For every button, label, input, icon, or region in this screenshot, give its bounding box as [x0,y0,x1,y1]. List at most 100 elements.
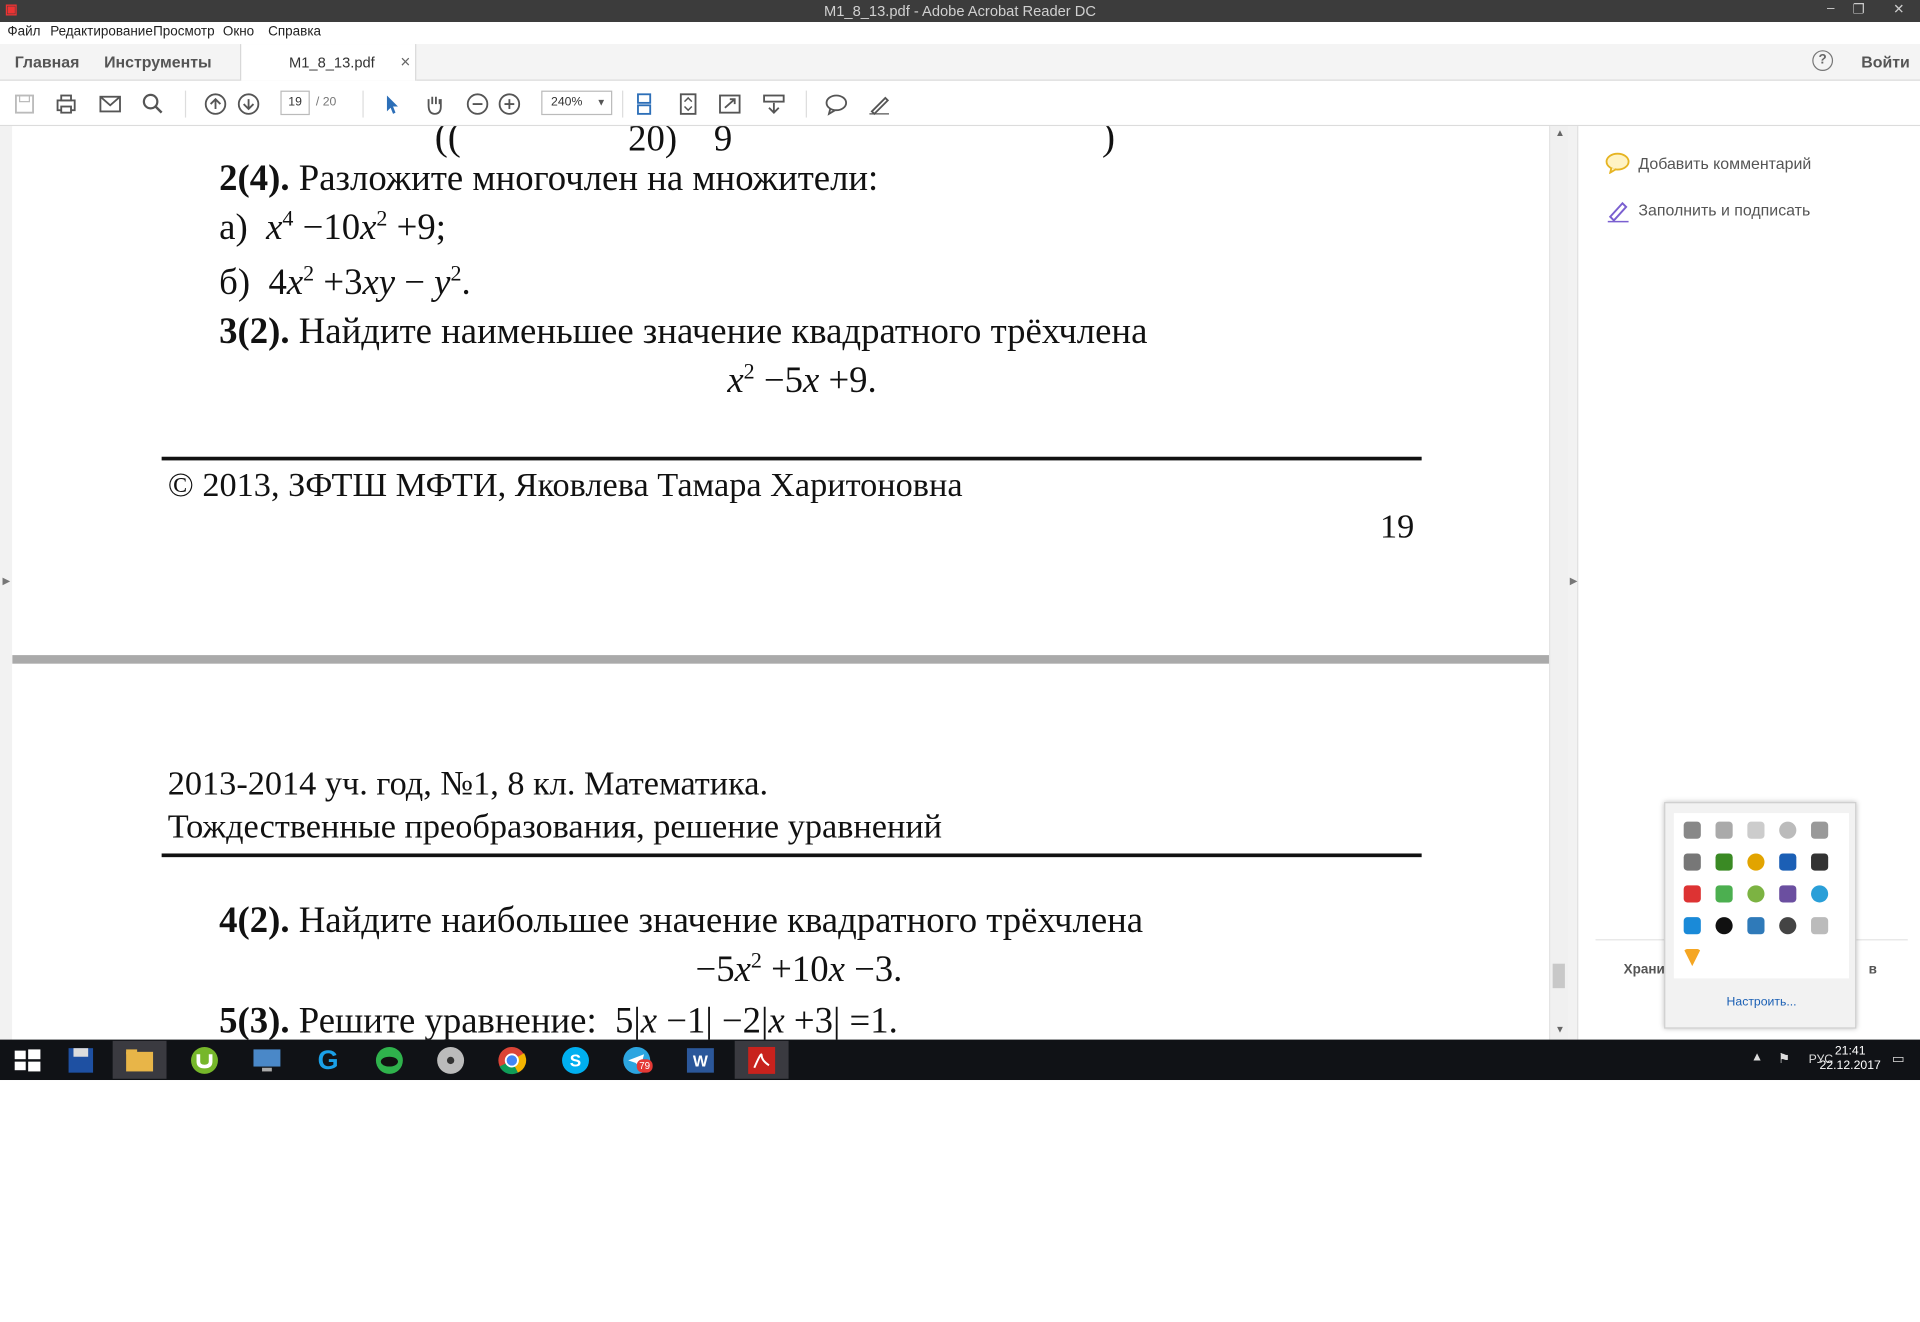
restore-button[interactable]: ❐ [1853,1,1865,17]
taskbar-app-save[interactable] [54,1041,108,1079]
flag-icon[interactable]: ⚑ [1778,1051,1790,1067]
taskbar-app-chrome[interactable] [485,1041,539,1079]
cloud-icon[interactable] [1779,821,1797,839]
taskbar-app-skype[interactable]: S [549,1041,603,1079]
scroll-up-icon[interactable]: ▲ [1555,127,1565,138]
item-label: б) [219,262,251,303]
taskbar-app-explorer[interactable] [112,1040,167,1079]
zoom-dropdown[interactable]: 240% ▼ [541,90,613,116]
page-total: / 20 [315,95,337,109]
usb-icon[interactable] [1683,853,1701,871]
defender-icon[interactable] [1747,917,1765,935]
zoom-out-icon[interactable] [465,92,489,116]
tray-icon[interactable] [1715,885,1733,903]
scrollbar-thumb[interactable] [1552,963,1565,989]
select-cursor-icon[interactable] [380,92,404,116]
menu-view[interactable]: Просмотр [153,24,215,39]
tray-icon[interactable] [1715,917,1733,935]
fullscreen-icon[interactable] [718,92,742,116]
help-icon[interactable]: ? [1812,50,1834,72]
scroll-mode-icon[interactable] [632,92,656,116]
telegram-icon[interactable] [1811,885,1829,903]
chevron-down-icon: ▼ [596,96,607,108]
show-hidden-icons-chevron[interactable]: ▲ [1751,1051,1763,1064]
taskbar-app-media[interactable] [424,1041,478,1079]
problem-2a: а) x4 −10x2 +9; [219,205,446,248]
warning-icon[interactable] [1683,885,1701,903]
tab-document[interactable]: M1_8_13.pdf × [240,44,417,81]
taskbar-app-network[interactable] [240,1041,294,1079]
previous-page-icon[interactable] [203,92,227,116]
logitech-icon[interactable] [1683,917,1701,935]
tab-home[interactable]: Главная [15,53,80,71]
zoom-in-icon[interactable] [497,92,521,116]
search-icon[interactable] [141,92,165,116]
next-page-icon[interactable] [236,92,260,116]
utorrent-icon [191,1046,218,1074]
taskbar-app-telegram[interactable]: 79 [610,1041,664,1079]
problem-3: 3(2). Найдите наименьшее значение квадра… [219,311,1147,353]
taskbar-app-cloud[interactable] [362,1041,416,1079]
page-number-input[interactable]: 19 [280,90,310,116]
comment-icon[interactable] [824,92,848,116]
print-icon[interactable] [54,92,78,116]
tab-bar: Главная Инструменты M1_8_13.pdf × ? Войт… [0,44,1920,81]
menu-edit[interactable]: Редактирование [50,24,153,39]
start-button[interactable] [0,1041,54,1079]
sign-pen-icon[interactable] [867,92,891,116]
taskbar-app-utorrent[interactable] [178,1041,232,1079]
problem-text: Разложите многочлен на множители: [298,157,879,199]
customize-link[interactable]: Настроить... [1727,996,1797,1009]
signal-icon[interactable] [1811,821,1829,839]
menu-help[interactable]: Справка [268,24,321,39]
menu-bar: Файл Редактирование Просмотр Окно Справк… [0,22,1920,45]
taskbar-app-word[interactable]: W [673,1041,727,1079]
menu-window[interactable]: Окно [223,24,254,39]
tab-tools[interactable]: Инструменты [104,53,212,71]
tray-icon[interactable] [1811,917,1829,935]
scroll-down-icon[interactable]: ▼ [1555,1024,1565,1035]
minimize-button[interactable]: – [1827,1,1835,16]
email-icon[interactable] [98,92,122,116]
problem-text: Решите уравнение: [298,1000,597,1040]
skype-icon: S [562,1046,589,1074]
tray-icon[interactable] [1779,917,1797,935]
nvidia-icon[interactable] [1715,853,1733,871]
problem-text: Найдите наибольшее значение квадратного … [298,900,1144,941]
problem-5: 5(3). Решите уравнение: 5|x −1| −2|x +3|… [219,1000,898,1040]
save-icon[interactable] [12,92,36,116]
menu-file[interactable]: Файл [7,24,40,39]
vertical-scrollbar[interactable]: ▲ ▼ [1548,126,1569,1040]
bluetooth-icon[interactable] [1779,853,1797,871]
tray-icon[interactable] [1683,948,1701,967]
speaker-icon[interactable] [1747,821,1765,839]
svg-text:W: W [693,1054,708,1071]
clock[interactable]: 21:41 22.12.2017 [1820,1044,1881,1073]
taskbar-app-acrobat[interactable] [734,1040,789,1079]
fill-sign-pen-icon [1607,201,1629,223]
hand-tool-icon[interactable] [422,92,446,116]
close-tab-icon[interactable]: × [400,51,410,71]
formula-fragment: (( [434,126,461,158]
panel-divider[interactable]: ▶ [1568,126,1579,1040]
taskbar-app-logitech[interactable]: G [301,1041,355,1079]
fit-page-icon[interactable] [676,92,700,116]
clock-time: 21:41 [1834,1044,1866,1058]
document-view[interactable]: (( 20) 9 ) 2(4). Разложите многочлен на … [12,126,1549,1040]
tray-icon[interactable] [1683,821,1701,839]
expand-left-icon[interactable]: ▶ [2,576,10,587]
toolbar-separator [622,90,624,118]
tray-icon[interactable] [1715,821,1733,839]
read-mode-icon[interactable] [762,92,786,116]
tray-icon[interactable] [1811,853,1829,871]
storage-text-fragment: Храни [1623,962,1665,978]
signin-button[interactable]: Войти [1861,53,1910,71]
chrome-icon[interactable] [1747,853,1765,871]
notifications-icon[interactable]: ▭ [1892,1051,1905,1067]
utorrent-icon[interactable] [1747,885,1765,903]
left-nav-strip[interactable]: ▶ [0,126,13,1040]
close-window-button[interactable]: ✕ [1893,1,1904,17]
viber-icon[interactable] [1779,885,1797,903]
problem-number: 4(2). [219,900,290,941]
collapse-right-panel-icon[interactable]: ▶ [1570,576,1578,587]
